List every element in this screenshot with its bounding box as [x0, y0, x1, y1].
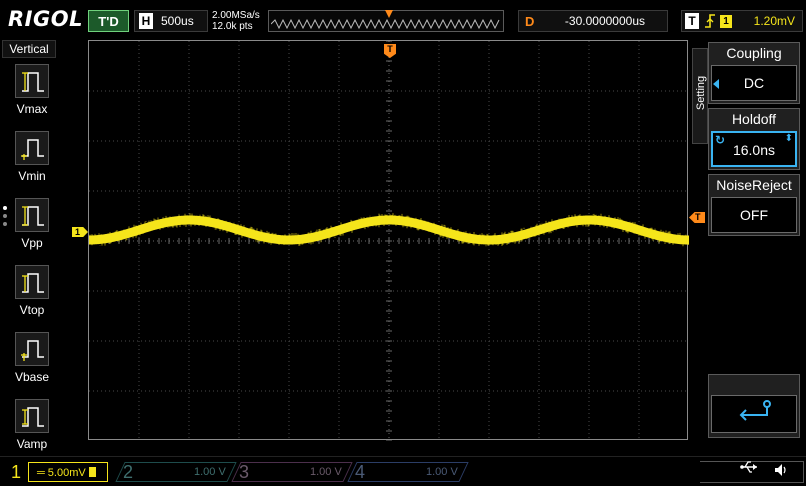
dc-coupling-icon: ═ [37, 467, 45, 479]
menu-title-vertical: Vertical [2, 40, 56, 58]
horizontal-timebase[interactable]: H 500us [134, 10, 208, 32]
speaker-icon[interactable] [774, 463, 786, 476]
ch1-offset-marker[interactable]: 1 [72, 227, 88, 237]
sample-rate: 2.00MSa/s [212, 10, 260, 21]
acquisition-info: 2.00MSa/s 12.0k pts [212, 10, 260, 32]
channel-scale: 1.00 V [310, 466, 342, 478]
channel-3-tab[interactable]: 3 1.00 V [231, 460, 353, 484]
holdoff-title: Holdoff [731, 111, 777, 127]
trigger-setting-menu: Setting Coupling DC Holdoff 16.0ns ↻ ⬍ N… [692, 40, 806, 456]
holdoff-option[interactable]: Holdoff 16.0ns ↻ ⬍ [708, 108, 800, 170]
multipurpose-knob-icon: ↻ [715, 133, 726, 147]
channel-3-scale-box: 1.00 V [256, 462, 351, 482]
horizontal-delay[interactable]: D -30.0000000us [518, 10, 668, 32]
trigger-source: 1 [720, 15, 732, 28]
channel-4-tab[interactable]: 4 1.00 V [347, 460, 469, 484]
setting-tab-label: Setting [695, 75, 707, 111]
channel-number: 1 [10, 462, 21, 482]
vbase-icon [15, 332, 49, 366]
channel-number: 2 [122, 462, 133, 482]
measure-label: Vmax [16, 102, 48, 116]
return-icon [739, 400, 771, 421]
channel-1-scale-box: ═ 5.00mV [28, 462, 108, 482]
memory-depth: 12.0k pts [212, 21, 253, 32]
channel-status-bar: 1 ═ 5.00mV 2 1.00 V 3 1.00 V 4 1.00 V [0, 456, 806, 486]
channel-number: 4 [354, 462, 365, 482]
trigger-level: 1.20mV [753, 14, 795, 28]
noise-reject-option[interactable]: NoiseReject OFF [708, 174, 800, 236]
measure-label: Vamp [16, 437, 48, 451]
coupling-option[interactable]: Coupling DC [708, 42, 800, 104]
horizontal-label: H [139, 13, 153, 29]
noise-reject-value: OFF [711, 197, 797, 233]
delay-value: -30.0000000us [564, 14, 645, 28]
channel-4-scale-box: 1.00 V [372, 462, 467, 482]
channel-1-tab[interactable]: 1 ═ 5.00mV [4, 460, 112, 484]
vpp-icon [15, 198, 49, 232]
measure-vbase[interactable]: Vbase [8, 330, 56, 392]
measure-side-menu: Vertical Vmax Vmin Vpp Vtop Vbase Vamp [0, 40, 58, 456]
memory-trigger-marker [385, 10, 393, 18]
trigger-label: T [685, 13, 699, 29]
measure-vpp[interactable]: Vpp [8, 196, 56, 258]
run-status-badge[interactable]: T'D [88, 10, 129, 32]
rising-edge-icon [704, 13, 716, 32]
chevron-left-icon [713, 79, 719, 89]
memory-waveform-preview [271, 19, 500, 29]
channel-scale: 5.00mV [47, 467, 86, 479]
measure-label: Vmin [18, 169, 46, 183]
measure-vamp[interactable]: Vamp [8, 397, 56, 459]
channel-2-tab[interactable]: 2 1.00 V [115, 460, 237, 484]
channel-scale: 1.00 V [194, 466, 226, 478]
setting-tab[interactable]: Setting [692, 48, 708, 144]
measure-label: Vpp [21, 236, 43, 250]
vmin-icon [15, 131, 49, 165]
channel-scale: 1.00 V [426, 466, 458, 478]
measure-vmax[interactable]: Vmax [8, 62, 56, 124]
bandwidth-limit-icon [88, 467, 96, 477]
usb-icon [740, 460, 760, 477]
return-button[interactable] [708, 374, 800, 438]
vmax-icon [15, 64, 49, 98]
coupling-value: DC [711, 65, 797, 101]
memory-overview-strip[interactable] [268, 10, 504, 32]
coupling-title: Coupling [726, 45, 782, 61]
channel-number: 3 [238, 462, 249, 482]
noise-reject-title: NoiseReject [716, 177, 792, 193]
waveform-display[interactable] [88, 40, 689, 441]
measure-label: Vtop [19, 303, 45, 317]
knob-adjust-icon: ⬍ [784, 133, 793, 144]
vamp-icon [15, 399, 49, 433]
timebase-value: 500us [161, 14, 194, 28]
trigger-info[interactable]: T 1 1.20mV [681, 10, 803, 32]
measure-label: Vbase [14, 370, 50, 384]
channel-2-scale-box: 1.00 V [140, 462, 235, 482]
delay-label: D [525, 14, 535, 29]
graticule [89, 41, 689, 441]
vtop-icon [15, 265, 49, 299]
measure-vmin[interactable]: Vmin [8, 129, 56, 191]
measure-vtop[interactable]: Vtop [8, 263, 56, 325]
top-status-bar: RIGOL T'D H 500us 2.00MSa/s 12.0k pts D … [0, 0, 806, 38]
rigol-logo: RIGOL [8, 7, 83, 31]
